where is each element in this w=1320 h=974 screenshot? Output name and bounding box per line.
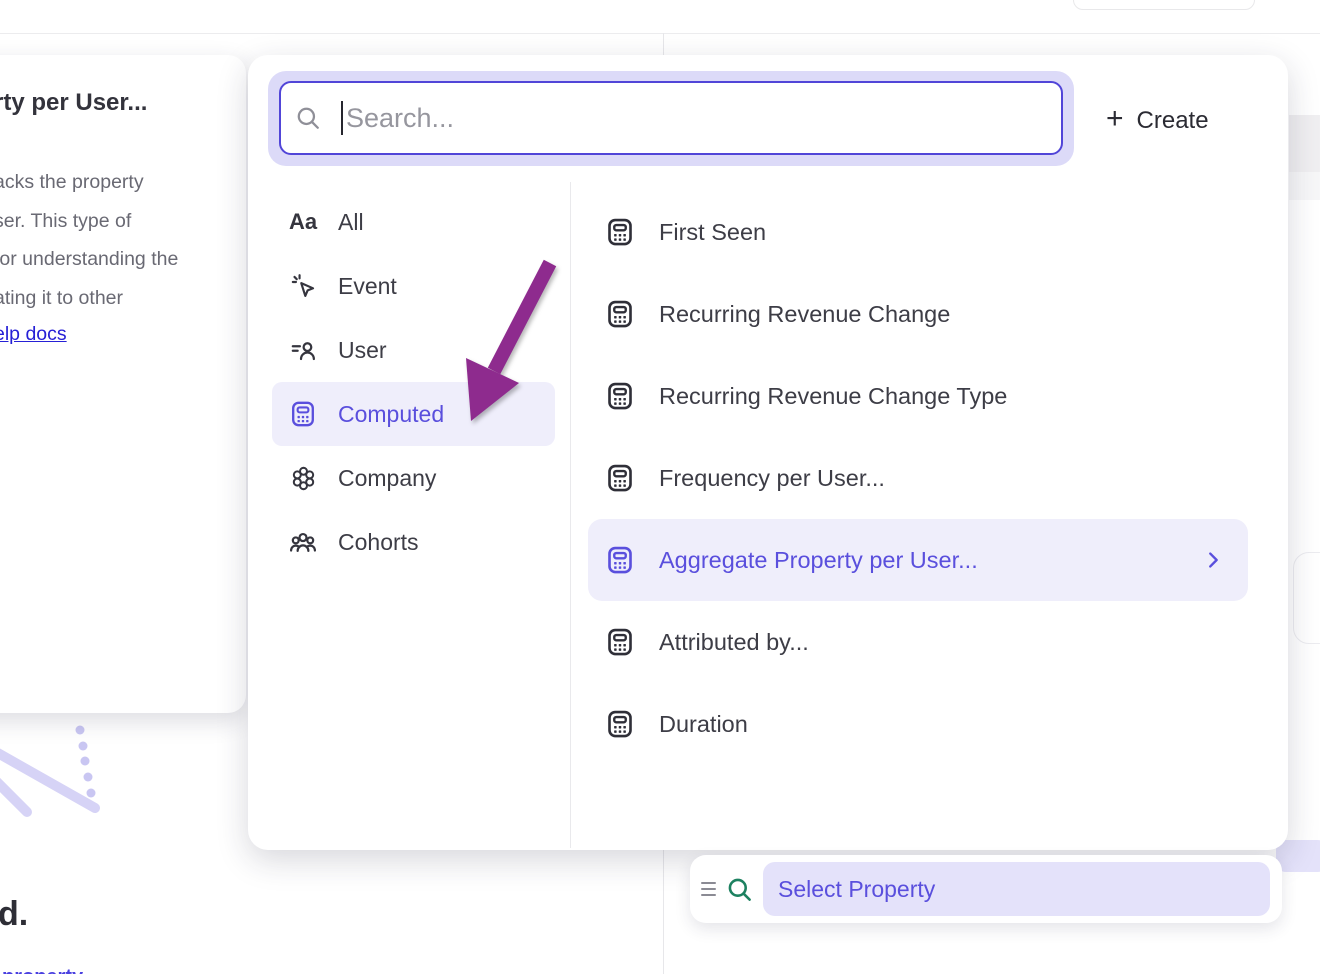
property-search-icon (726, 876, 753, 903)
company-cluster-icon (287, 465, 319, 492)
property-picker-panel: + Create Aa All Event (248, 55, 1288, 850)
calculator-icon (604, 545, 636, 575)
plus-icon: + (1106, 104, 1124, 134)
drag-handle-icon[interactable] (701, 882, 716, 896)
sidebar-item-all[interactable]: Aa All (272, 190, 555, 254)
property-list: First Seen Recurring Revenue Change (588, 191, 1248, 765)
search-input[interactable] (346, 103, 1047, 134)
search-focus-glow (268, 71, 1074, 166)
calculator-icon (604, 299, 636, 329)
property-item-first-seen[interactable]: First Seen (588, 191, 1248, 273)
create-button[interactable]: + Create (1106, 99, 1209, 143)
property-description-card: rty per User... acks the property ser. T… (0, 55, 246, 713)
description-line: ating it to other (0, 279, 178, 318)
select-property-button[interactable]: Select Property (763, 862, 1270, 916)
truncated-heading: d. (0, 895, 28, 934)
truncated-link[interactable]: property (2, 966, 102, 974)
calculator-icon (604, 627, 636, 657)
calculator-icon (604, 217, 636, 247)
right-edge-card-outline (1293, 552, 1320, 644)
property-item-attributed-by[interactable]: Attributed by... (588, 601, 1248, 683)
property-item-recurring-revenue-change[interactable]: Recurring Revenue Change (588, 273, 1248, 355)
search-field[interactable] (279, 81, 1063, 155)
calculator-icon (604, 709, 636, 739)
property-item-aggregate-property-per-user[interactable]: Aggregate Property per User... (588, 519, 1248, 601)
sidebar-item-user[interactable]: User (272, 318, 555, 382)
background-pill-partial (1276, 840, 1320, 872)
cohorts-people-icon (287, 528, 319, 556)
right-edge-panel-band (1289, 115, 1320, 172)
event-click-icon (287, 273, 319, 300)
top-edge-control-partial (1073, 0, 1255, 10)
description-card-title: rty per User... (0, 89, 147, 117)
property-item-duration[interactable]: Duration (588, 683, 1248, 765)
search-icon (295, 105, 321, 131)
calculator-icon (287, 400, 319, 428)
property-item-frequency-per-user[interactable]: Frequency per User... (588, 437, 1248, 519)
screen: rty per User... acks the property ser. T… (0, 0, 1320, 974)
help-docs-link[interactable]: elp docs (0, 323, 67, 346)
user-list-icon (287, 337, 319, 364)
property-item-recurring-revenue-change-type[interactable]: Recurring Revenue Change Type (588, 355, 1248, 437)
calculator-icon (604, 381, 636, 411)
top-divider (0, 33, 1320, 34)
select-property-row: Select Property (690, 855, 1282, 923)
description-line: acks the property (0, 163, 178, 202)
description-line: for understanding the (0, 240, 178, 279)
text-aa-icon: Aa (287, 209, 319, 235)
text-caret (341, 101, 343, 135)
picker-column-divider (570, 182, 571, 848)
calculator-icon (604, 463, 636, 493)
description-line: ser. This type of (0, 202, 178, 241)
chevron-right-icon (1202, 549, 1224, 571)
category-sidebar: Aa All Event (272, 190, 555, 574)
sidebar-item-company[interactable]: Company (272, 446, 555, 510)
sidebar-item-cohorts[interactable]: Cohorts (272, 510, 555, 574)
sidebar-item-computed[interactable]: Computed (272, 382, 555, 446)
description-card-body: acks the property ser. This type of for … (0, 163, 178, 317)
sidebar-item-event[interactable]: Event (272, 254, 555, 318)
right-edge-panel-band-light (1289, 172, 1320, 200)
